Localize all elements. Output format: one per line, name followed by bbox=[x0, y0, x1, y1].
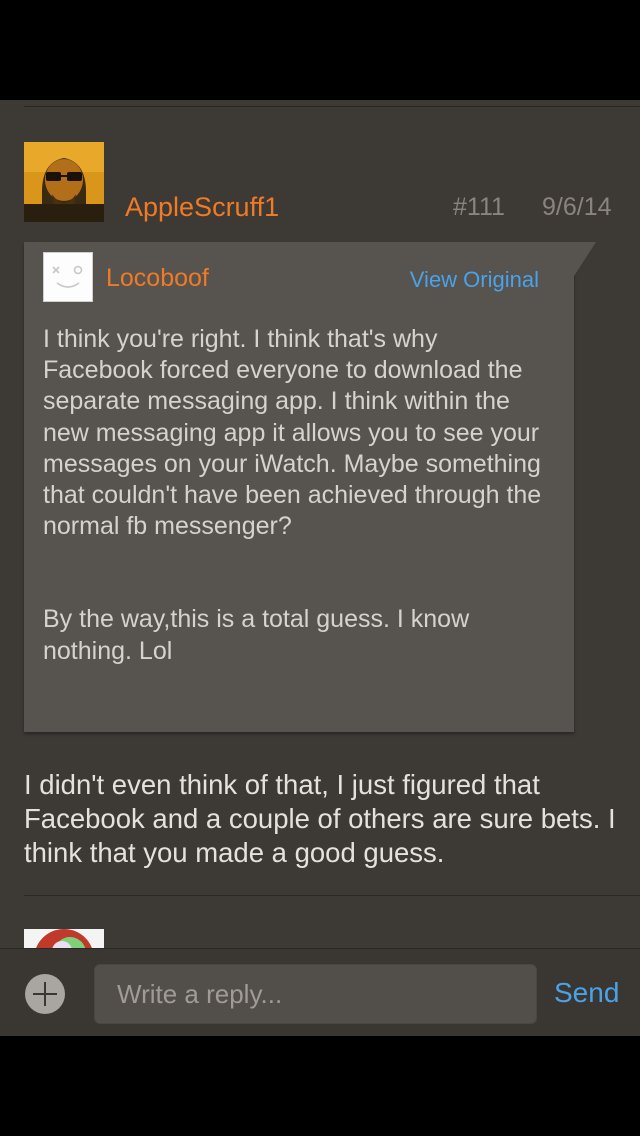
quote-avatar[interactable] bbox=[43, 252, 93, 302]
post-body: I didn't even think of that, I just figu… bbox=[24, 769, 616, 868]
user-avatar[interactable] bbox=[24, 142, 104, 222]
reply-bar: Send bbox=[0, 948, 640, 1036]
post-number: #111 bbox=[453, 193, 505, 221]
next-post-avatar[interactable] bbox=[24, 929, 104, 949]
placeholder-face-icon bbox=[52, 265, 83, 288]
quote-paragraph: By the way,this is a total guess. I know… bbox=[43, 605, 470, 665]
thread-screen: AppleScruff1 #111 9/6/14 Locoboof View O… bbox=[0, 100, 640, 1036]
avatar-portrait-image bbox=[24, 142, 104, 222]
avatar-partial-image bbox=[24, 929, 104, 949]
send-button[interactable]: Send bbox=[554, 977, 619, 1009]
quote-paragraph: I think you're right. I think that's why… bbox=[43, 325, 542, 541]
quote-text: I think you're right. I think that's why… bbox=[43, 324, 553, 667]
quote-username[interactable]: Locoboof bbox=[106, 264, 209, 293]
post-date: 9/6/14 bbox=[542, 193, 612, 221]
post-username[interactable]: AppleScruff1 bbox=[125, 192, 279, 223]
reply-input[interactable] bbox=[94, 964, 537, 1024]
quote-box: Locoboof View Original I think you're ri… bbox=[24, 242, 574, 732]
quote-tail bbox=[574, 242, 596, 276]
view-original-link[interactable]: View Original bbox=[410, 267, 539, 293]
add-attachment-icon[interactable] bbox=[25, 974, 65, 1014]
post-divider bbox=[24, 895, 640, 896]
top-divider bbox=[24, 106, 640, 107]
